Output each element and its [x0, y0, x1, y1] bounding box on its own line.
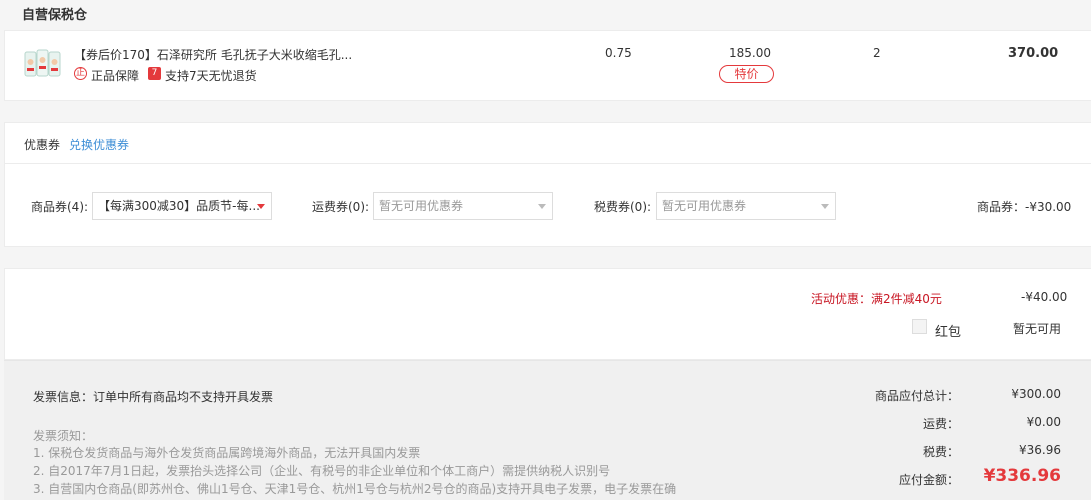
genuine-guarantee-label: 正品保障	[91, 69, 140, 83]
goods-coupon-label: 商品券(4):	[31, 200, 89, 214]
product-subtotal: 370.00	[1008, 46, 1059, 61]
promotion-amount: -¥40.00	[1021, 290, 1068, 304]
red-packet-checkbox[interactable]	[912, 319, 927, 334]
red-packet-label: 红包	[935, 325, 962, 340]
coupon-divider	[4, 163, 1091, 164]
product-discount: 0.75	[605, 46, 632, 60]
coupon-section	[4, 122, 1091, 247]
goods-total-label: 商品应付总计：	[874, 389, 959, 403]
tax-coupon-select[interactable]: 暂无可用优惠券	[656, 192, 836, 220]
invoice-notice-line: 2. 自2017年7月1日起，发票抬头选择公司（企业、有税号的非企业单位和个体工…	[33, 464, 611, 478]
tax-coupon-label: 税费券(0):	[594, 200, 652, 214]
coupon-discount-summary: 商品券：-¥30.00	[977, 200, 1072, 214]
red-packet-status: 暂无可用	[1013, 322, 1062, 336]
special-price-badge: 特价	[719, 65, 774, 83]
product-price: 185.00	[729, 46, 771, 60]
shipping-fee-label: 运费：	[922, 417, 959, 431]
goods-total-value: ¥300.00	[1011, 387, 1061, 401]
seven-day-return-label: 支持7天无忧退货	[165, 69, 257, 83]
dropdown-arrow-icon	[821, 204, 829, 209]
goods-coupon-select[interactable]: 【每满300减30】品质节-每...	[92, 192, 272, 220]
invoice-notice-line: 1. 保税仓发货商品与海外仓发货商品属跨境海外商品，无法开具国内发票	[33, 446, 421, 460]
goods-coupon-selected: 【每满300减30】品质节-每...	[98, 199, 260, 213]
product-row	[4, 30, 1091, 101]
tax-coupon-selected: 暂无可用优惠券	[662, 199, 747, 213]
payable-amount-label: 应付金额：	[898, 473, 959, 487]
coupon-title: 优惠券	[24, 138, 61, 152]
product-quantity: 2	[873, 46, 881, 60]
invoice-notice-title: 发票须知：	[33, 429, 94, 443]
product-thumbnail[interactable]	[24, 48, 62, 80]
tax-fee-value: ¥36.96	[1019, 443, 1061, 457]
seven-day-return-icon: 7	[148, 67, 161, 80]
dropdown-arrow-icon	[257, 204, 265, 209]
payable-amount-value: ¥336.96	[983, 466, 1061, 486]
warehouse-title: 自营保税仓	[22, 8, 88, 23]
exchange-coupon-link[interactable]: 兑换优惠券	[69, 136, 129, 153]
promotion-section	[4, 268, 1091, 360]
product-name-link[interactable]: 【券后价170】石泽研究所 毛孔抚子大米收缩毛孔...	[74, 46, 352, 63]
shipping-coupon-label: 运费券(0):	[312, 200, 370, 214]
invoice-info: 发票信息：订单中所有商品均不支持开具发票	[33, 390, 274, 404]
tax-fee-label: 税费：	[922, 445, 959, 459]
warehouse-header	[0, 0, 1091, 28]
shipping-coupon-select[interactable]: 暂无可用优惠券	[373, 192, 553, 220]
promotion-label: 活动优惠：满2件减40元	[811, 292, 942, 306]
shipping-fee-value: ¥0.00	[1026, 415, 1061, 429]
dropdown-arrow-icon	[538, 204, 546, 209]
genuine-guarantee-icon: 正	[74, 67, 87, 80]
shipping-coupon-selected: 暂无可用优惠券	[379, 199, 464, 213]
invoice-notice-line: 3. 自营国内仓商品(即苏州仓、佛山1号仓、天津1号仓、杭州1号仓与杭州2号仓的…	[33, 482, 677, 496]
